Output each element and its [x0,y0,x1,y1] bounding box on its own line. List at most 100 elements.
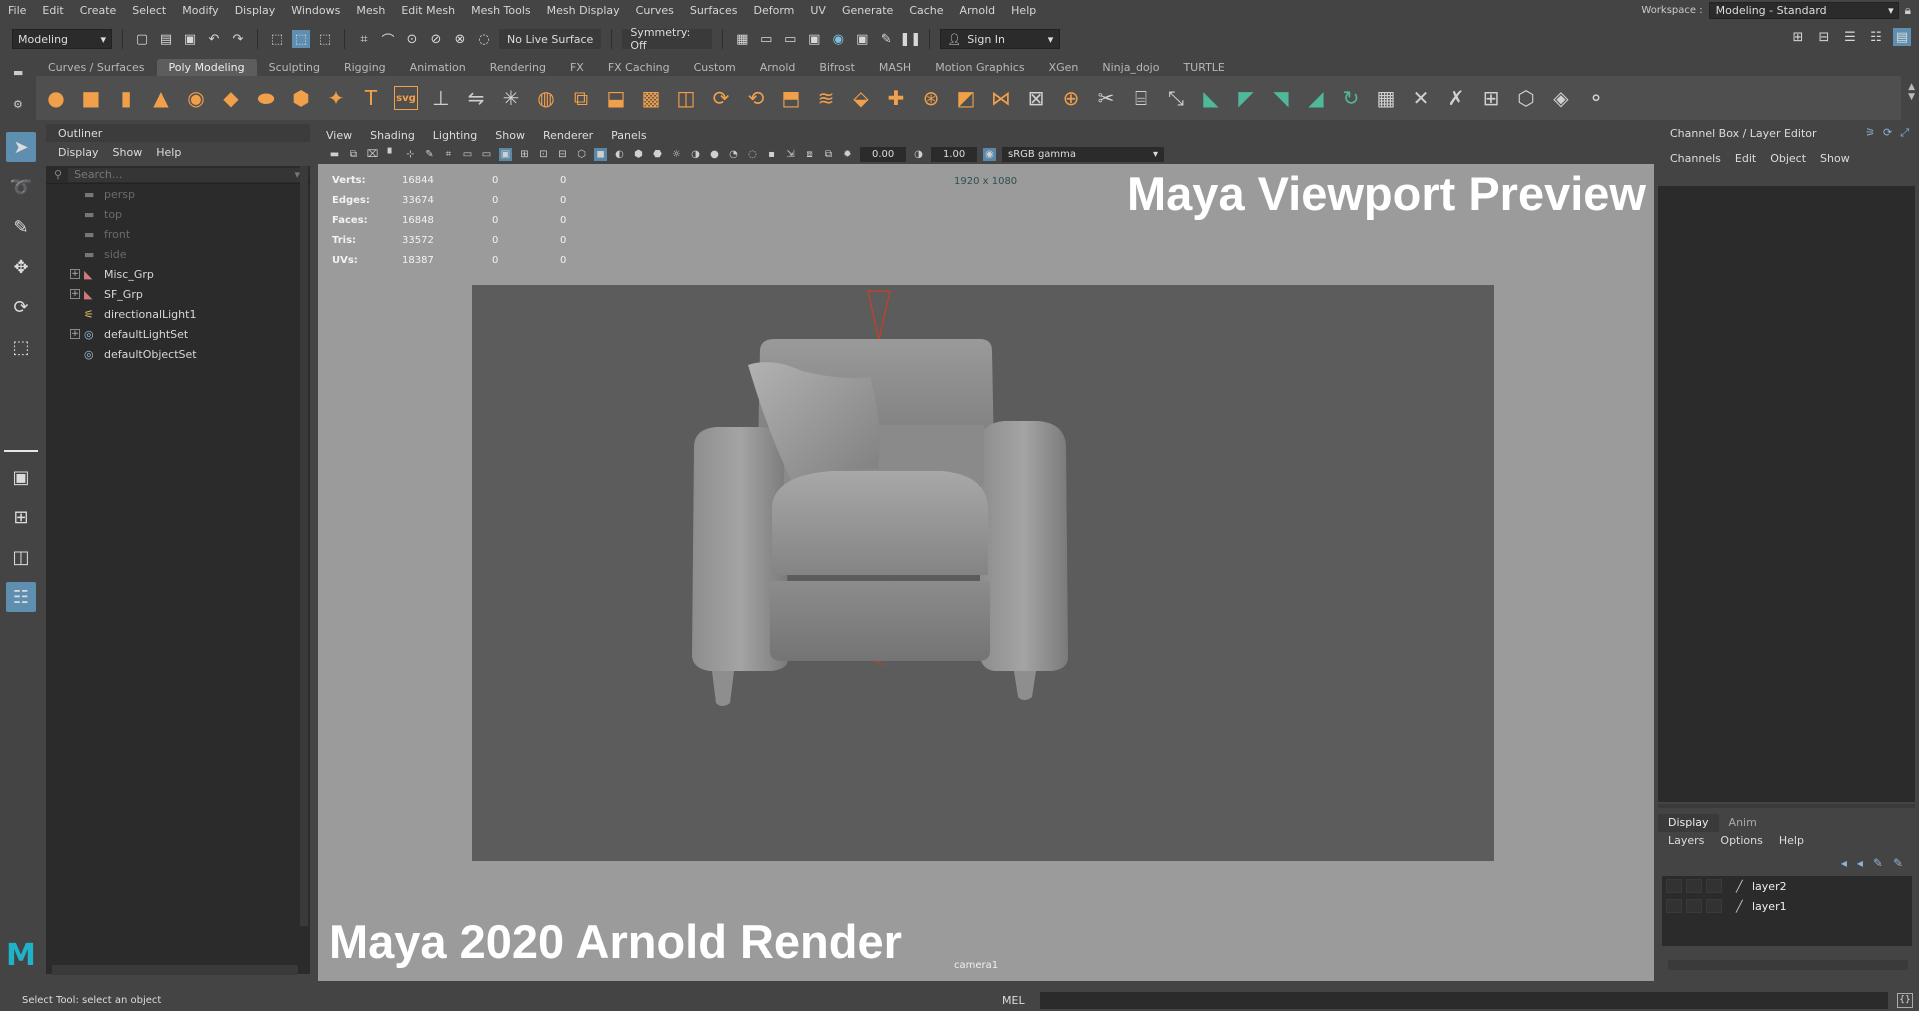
render-view-icon[interactable]: ▣ [805,30,823,48]
shelf-tab[interactable]: FX Caching [596,59,682,76]
poke-icon[interactable]: ⋈ [989,86,1013,110]
move-layer-down-icon[interactable]: ◂ [1857,856,1863,870]
multi-cut-icon[interactable]: ✂ [1094,86,1118,110]
outliner-horizontal-scrollbar[interactable] [52,965,298,975]
texel-density-icon[interactable]: ◈ [1549,86,1573,110]
poly-platonic-icon[interactable]: ⬢ [289,86,313,110]
playback-toggle[interactable] [1686,879,1702,893]
layout-uv-icon[interactable]: ⬡ [1514,86,1538,110]
exposure-icon[interactable]: ✹ [841,148,854,161]
select-component-icon[interactable]: ⬚ [316,30,334,48]
svg-icon[interactable]: svg [394,86,418,110]
render-settings-icon[interactable]: ▦ [733,30,751,48]
menu-item[interactable]: Generate [834,4,901,17]
layer-row[interactable]: ╱ layer2 [1662,876,1912,896]
safe-action-icon[interactable]: ⊡ [537,148,550,161]
target-weld-icon[interactable]: ⤡ [1164,86,1188,110]
shelf-tab[interactable]: XGen [1037,59,1091,76]
resolution-gate-icon[interactable]: ▭ [480,148,493,161]
shelf-tab[interactable]: Curves / Surfaces [36,59,157,76]
new-empty-layer-icon[interactable]: ✎ [1873,856,1883,870]
layer-menu-item[interactable]: Options [1720,834,1762,847]
menu-item[interactable]: Mesh Display [539,4,628,17]
expand-icon[interactable]: + [70,289,80,299]
ambient-occlusion-icon[interactable]: ● [708,148,721,161]
script-language-label[interactable]: MEL [1002,994,1025,1007]
xray-icon[interactable]: ⬣ [651,148,664,161]
viewport-menu-item[interactable]: Panels [611,129,646,142]
display-type-toggle[interactable] [1706,879,1722,893]
menu-item[interactable]: Create [72,4,125,17]
2d-pan-zoom-icon[interactable]: ⊹ [404,148,417,161]
shelf-tab[interactable]: MASH [867,59,923,76]
select-tool-icon[interactable]: ➤ [6,132,36,162]
measure-tool-icon[interactable]: ⊥ [429,86,453,110]
remesh-icon[interactable]: ⟲ [744,86,768,110]
menu-item[interactable]: Mesh [348,4,393,17]
shelf-tab[interactable]: Bifrost [807,59,867,76]
use-all-lights-icon[interactable]: ☼ [670,148,683,161]
menu-item[interactable]: Edit Mesh [393,4,463,17]
separate-icon[interactable]: ⧉ [569,86,593,110]
boolean-icon[interactable]: ◫ [674,86,698,110]
wedge-icon[interactable]: ◩ [954,86,978,110]
outliner-layout-icon[interactable]: ☷ [6,582,36,612]
menu-item[interactable]: Cache [901,4,951,17]
playback-toggle[interactable] [1686,899,1702,913]
shelf-tab[interactable]: Poly Modeling [156,59,257,76]
menu-item[interactable]: Mesh Tools [463,4,539,17]
outliner-item[interactable]: + ◣ SF_Grp [46,284,310,304]
ipr-render-icon[interactable]: ▭ [781,30,799,48]
bookmark-icon[interactable]: ⌧ [366,148,379,161]
poly-torus-icon[interactable]: ◉ [184,86,208,110]
bridge-icon[interactable]: ≋ [814,86,838,110]
workspace-dropdown[interactable]: Modeling - Standard ▾ [1708,1,1899,19]
sweep-mesh-icon[interactable]: ✦ [324,86,348,110]
symmetry-field[interactable]: Symmetry: Off [622,26,713,52]
scale-tool-icon[interactable]: ⬚ [6,332,36,362]
four-pane-layout-icon[interactable]: ⊞ [6,502,36,532]
shelf-tab[interactable]: TURTLE [1171,59,1236,76]
menu-item[interactable]: UV [802,4,834,17]
move-layer-up-icon[interactable]: ◂ [1841,856,1847,870]
layer-color-icon[interactable]: ╱ [1736,900,1743,913]
layer-horizontal-scrollbar[interactable] [1668,960,1908,970]
fill-hole-icon[interactable]: ⊛ [919,86,943,110]
anti-aliasing-icon[interactable]: ◌ [746,148,759,161]
gamma-field[interactable]: 1.00 [931,146,977,162]
pause-icon[interactable]: ❚❚ [899,30,921,48]
wireframe-on-shaded-icon[interactable]: ⬢ [632,148,645,161]
search-icon[interactable]: ⚲ [54,168,62,181]
layer-menu-item[interactable]: Help [1779,834,1804,847]
snap-center-icon[interactable]: ◌ [475,30,493,48]
snap-grid-icon[interactable]: ⌗ [355,30,373,48]
viewport-canvas[interactable]: Verts: 16844 0 0 Edges: 33674 0 0 Faces: 16848 0 0 T… [318,166,1654,981]
menu-item[interactable]: Surfaces [682,4,746,17]
extrude-icon[interactable]: ⬒ [779,86,803,110]
select-hierarchy-icon[interactable]: ⬚ [268,30,286,48]
shelf-tab[interactable]: Custom [682,59,748,76]
select-object-icon[interactable]: ⬚ [292,30,310,48]
shelf-scroll-arrows[interactable]: ▲ ▼ [1908,82,1915,102]
menu-set-dropdown[interactable]: Modeling ▾ [12,29,112,49]
outliner-item[interactable]: ▬ top [46,204,310,224]
menu-item[interactable]: Display [227,4,284,17]
shelf-tab[interactable]: Rigging [332,59,398,76]
reduce-icon[interactable]: ⟳ [709,86,733,110]
grid-uv-icon[interactable]: ⊞ [1479,86,1503,110]
poly-plane-icon[interactable]: ◆ [219,86,243,110]
image-plane-icon[interactable]: ▘ [385,148,398,161]
layer-color-icon[interactable]: ╱ [1736,880,1743,893]
arnold-render-icon[interactable]: ▣ [853,30,871,48]
menu-item[interactable]: Windows [283,4,348,17]
shelf-tab[interactable]: Rendering [478,59,558,76]
layer-name[interactable]: layer1 [1752,900,1787,913]
outliner-search-input[interactable]: Search... ▾ [68,167,304,182]
shelf-tab[interactable]: Motion Graphics [923,59,1036,76]
menu-item[interactable]: Modify [174,4,226,17]
channel-box-menu-item[interactable]: Show [1820,152,1850,165]
channel-box-menu-item[interactable]: Channels [1670,152,1721,165]
arnold-ipr-icon[interactable]: ✎ [877,30,895,48]
redo-icon[interactable]: ↷ [229,30,247,48]
move-tool-icon[interactable]: ✥ [6,252,36,282]
